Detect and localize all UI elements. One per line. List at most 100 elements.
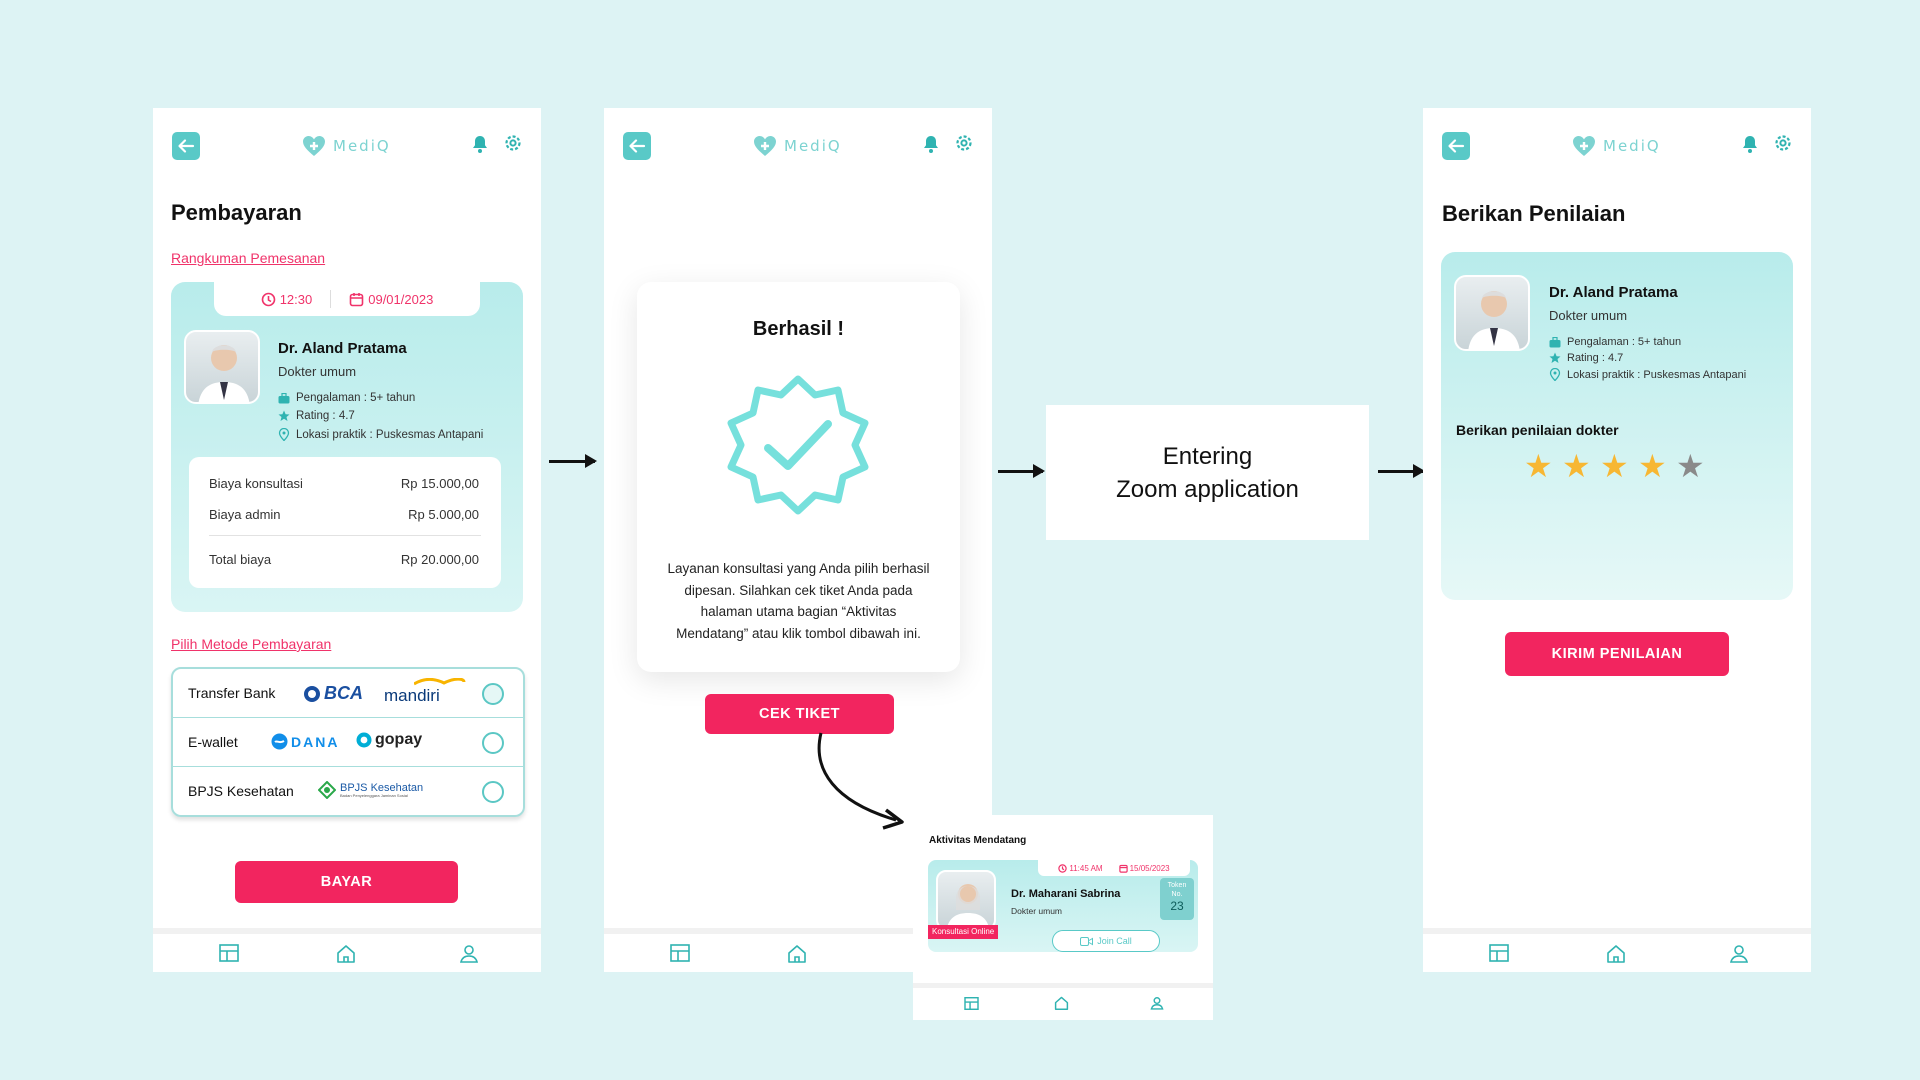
payment-screen: MediQ Pembayaran Rangkuman Pemesanan 12:… xyxy=(153,108,541,972)
payment-method-list: Transfer Bank BCA mandiri E-wallet DANA … xyxy=(171,667,525,817)
doctor-specialty: Dokter umum xyxy=(278,364,357,379)
location-icon xyxy=(278,428,290,441)
gear-icon[interactable] xyxy=(954,133,974,153)
upcoming-date: 15/05/2023 xyxy=(1118,864,1170,873)
home-icon[interactable] xyxy=(336,944,356,963)
dashboard-icon[interactable] xyxy=(219,944,239,962)
upcoming-title: Aktivitas Mendatang xyxy=(929,835,1027,846)
star-icon xyxy=(1549,352,1561,363)
doctor-name: Dr. Aland Pratama xyxy=(278,340,407,357)
bottom-nav xyxy=(1423,928,1811,972)
back-button[interactable] xyxy=(172,132,200,160)
join-call-label: Join Call xyxy=(1097,936,1132,946)
logo-heart-icon xyxy=(1573,136,1595,156)
star-rating[interactable]: ★ ★ ★ ★ ★ xyxy=(1524,450,1724,484)
back-arrow-icon xyxy=(629,139,646,153)
dashboard-icon[interactable] xyxy=(670,944,690,962)
pay-button[interactable]: BAYAR xyxy=(235,861,458,903)
upcoming-bottom-nav xyxy=(913,983,1213,1020)
star-filled-icon[interactable]: ★ xyxy=(1562,450,1591,482)
mandiri-logo: mandiri xyxy=(384,678,494,706)
doctor-specialty: Dokter umum xyxy=(1549,308,1628,323)
total-row: Total biaya Rp 20.000,00 xyxy=(209,552,479,567)
time-text: 12:30 xyxy=(279,291,313,307)
zoom-step-line2: Zoom application xyxy=(1116,475,1299,503)
order-summary-card: 12:30 09/01/2023 Dr. Aland Pratama Dokte… xyxy=(171,282,523,612)
location-text: Lokasi praktik : Puskesmas Antapani xyxy=(1567,368,1747,381)
payment-method-bpjs[interactable]: BPJS Kesehatan BPJS Kesehatan Badan Peny… xyxy=(173,767,523,815)
app-logo-text: MediQ xyxy=(333,137,391,155)
order-summary-link[interactable]: Rangkuman Pemesanan xyxy=(171,250,325,266)
briefcase-icon xyxy=(1549,336,1561,347)
success-title: Berhasil ! xyxy=(752,318,845,340)
dashboard-icon[interactable] xyxy=(1489,944,1509,962)
cost-row: Biaya admin Rp 5.000,00 xyxy=(209,507,479,522)
rating-text: Rating : 4.7 xyxy=(1567,352,1624,364)
dashboard-icon[interactable] xyxy=(964,997,979,1010)
join-call-button[interactable]: Join Call xyxy=(1052,930,1160,952)
curved-flow-arrow xyxy=(817,732,904,830)
cost-row: Biaya konsultasi Rp 15.000,00 xyxy=(209,476,479,491)
home-icon[interactable] xyxy=(1054,996,1069,1010)
upcoming-schedule-pill: 11:45 AM 15/05/2023 xyxy=(1038,860,1190,876)
gear-icon[interactable] xyxy=(1773,133,1793,153)
schedule-time: 12:30 xyxy=(261,291,313,307)
zoom-step-box: Entering Zoom application xyxy=(1046,405,1369,540)
star-empty-icon[interactable]: ★ xyxy=(1676,450,1705,482)
profile-icon[interactable] xyxy=(1150,996,1164,1010)
upcoming-time: 11:45 AM xyxy=(1058,864,1103,873)
bpjs-logo: BPJS Kesehatan Badan Penyelenggara Jamin… xyxy=(318,781,423,799)
doctor-photo xyxy=(198,345,250,402)
doctor-experience: Pengalaman : 5+ tahun xyxy=(278,392,415,404)
back-button[interactable] xyxy=(623,132,651,160)
cost-label: Biaya admin xyxy=(209,507,281,522)
clock-icon xyxy=(261,292,275,306)
radio-bpjs[interactable] xyxy=(482,781,504,803)
rating-card: Dr. Aland Pratama Dokter umum Pengalaman… xyxy=(1441,252,1793,676)
method-label: Transfer Bank xyxy=(188,685,276,701)
star-filled-icon[interactable]: ★ xyxy=(1524,450,1553,482)
bell-icon[interactable] xyxy=(922,134,940,154)
app-logo-text: MediQ xyxy=(1603,137,1661,155)
upcoming-card[interactable]: 11:45 AM 15/05/2023 Dr. Maharani Sabrina… xyxy=(928,860,1198,952)
schedule-date: 09/01/2023 xyxy=(349,292,433,307)
payment-method-ewallet[interactable]: E-wallet DANA gopay xyxy=(173,718,523,767)
doctor-avatar xyxy=(1454,275,1530,351)
radio-bank[interactable] xyxy=(482,683,504,705)
profile-icon[interactable] xyxy=(1729,944,1749,963)
star-icon xyxy=(278,410,290,421)
upcoming-doctor-avatar xyxy=(936,870,996,930)
profile-icon[interactable] xyxy=(459,944,479,963)
app-logo: MediQ xyxy=(1571,132,1671,160)
online-consultation-badge: Konsultasi Online xyxy=(928,925,999,939)
bell-icon[interactable] xyxy=(471,134,489,154)
bell-icon[interactable] xyxy=(1741,134,1759,154)
bottom-nav xyxy=(153,928,541,972)
page-title: Pembayaran xyxy=(171,200,302,225)
logo-heart-icon xyxy=(303,136,325,156)
back-button[interactable] xyxy=(1442,132,1470,160)
check-ticket-button[interactable]: CEK TIKET xyxy=(705,694,894,734)
payment-method-bank[interactable]: Transfer Bank BCA mandiri xyxy=(173,669,523,718)
upcoming-doctor-name: Dr. Maharani Sabrina xyxy=(1011,888,1121,900)
app-logo: MediQ xyxy=(301,132,401,160)
submit-rating-button[interactable]: KIRIM PENILAIAN xyxy=(1505,632,1729,676)
flow-arrow xyxy=(998,464,1045,478)
success-message: Layanan konsultasi yang Anda pilih berha… xyxy=(667,561,930,641)
radio-ewallet[interactable] xyxy=(482,732,504,754)
gear-icon[interactable] xyxy=(503,133,523,153)
payment-method-link[interactable]: Pilih Metode Pembayaran xyxy=(171,636,331,652)
doctor-photo xyxy=(946,884,990,928)
verified-badge-icon xyxy=(727,375,869,515)
doctor-photo xyxy=(1468,291,1520,349)
logo-heart-icon xyxy=(754,136,776,156)
location-icon xyxy=(1549,368,1561,381)
star-filled-icon[interactable]: ★ xyxy=(1638,450,1667,482)
rating-prompt: Berikan penilaian dokter xyxy=(1456,422,1619,438)
cost-breakdown: Biaya konsultasi Rp 15.000,00 Biaya admi… xyxy=(189,457,501,588)
home-icon[interactable] xyxy=(787,944,807,963)
rating-text: Rating : 4.7 xyxy=(296,410,355,422)
token-label: Token No. xyxy=(1167,882,1187,898)
star-filled-icon[interactable]: ★ xyxy=(1600,450,1629,482)
home-icon[interactable] xyxy=(1606,944,1626,963)
